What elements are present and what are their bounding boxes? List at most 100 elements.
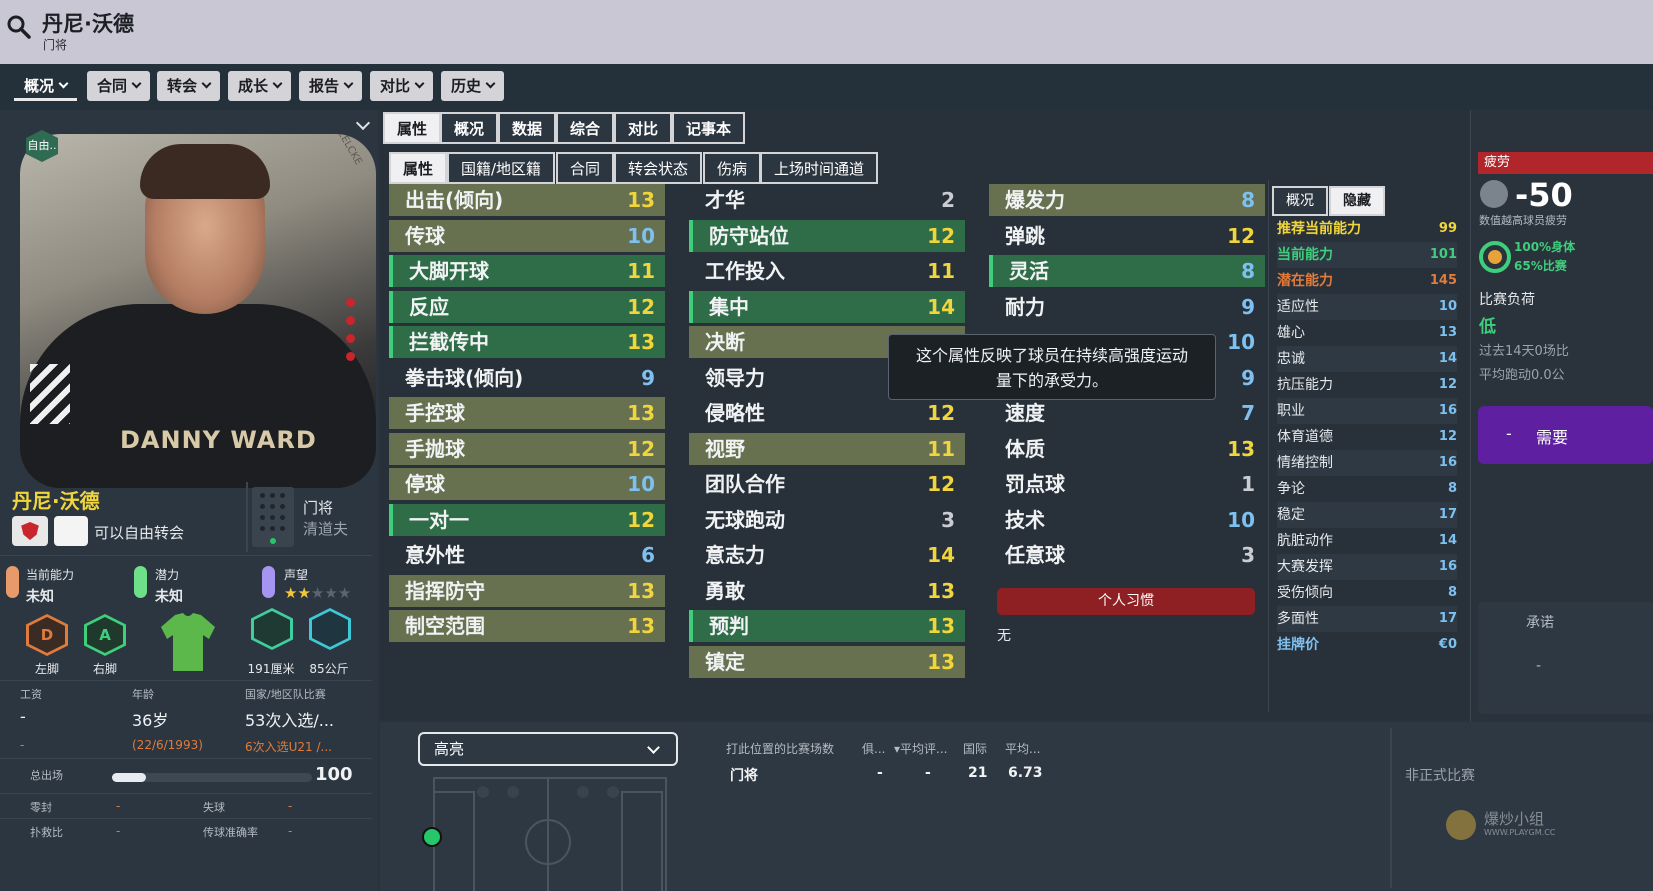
attribute-row[interactable]: 体质 13 <box>989 433 1265 465</box>
tab-hidden[interactable]: 隐藏 <box>1329 186 1385 216</box>
attribute-name: 反应 <box>409 294 449 319</box>
attribute-value: 9 <box>641 365 655 390</box>
col-header-avg[interactable]: 平均... <box>1005 740 1040 757</box>
attribute-row[interactable]: 手控球 13 <box>389 397 665 429</box>
attribute-row[interactable]: 一对一 12 <box>389 503 665 536</box>
pitch-dot <box>270 493 275 498</box>
nav-compare[interactable]: 对比 <box>370 71 434 101</box>
attribute-name: 一对一 <box>409 507 469 532</box>
attribute-row[interactable]: 才华 2 <box>689 184 965 216</box>
subtab-contract[interactable]: 合同 <box>556 152 615 184</box>
needs-button[interactable]: - 需要 <box>1478 406 1653 464</box>
attribute-row[interactable]: 耐力 9 <box>989 291 1265 323</box>
attribute-row[interactable]: 制空范围 13 <box>389 610 665 642</box>
attribute-row[interactable]: 侵略性 12 <box>689 397 965 429</box>
hidden-attribute-row: 受伤倾向 8 <box>1277 580 1457 606</box>
hidden-attribute-value: 10 <box>1438 299 1457 314</box>
intl-value[interactable]: 53次入选/... <box>245 707 334 731</box>
tab-attributes[interactable]: 属性 <box>383 112 442 144</box>
attribute-name: 体质 <box>1005 436 1045 461</box>
highlight-dropdown[interactable]: 高亮 <box>418 732 678 766</box>
col-header-rating[interactable]: ▾平均评... <box>894 740 947 757</box>
search-icon[interactable] <box>6 14 32 40</box>
nav-transfer[interactable]: 转会 <box>157 71 221 101</box>
nav-history[interactable]: 历史 <box>441 71 505 101</box>
attribute-row[interactable]: 无球跑动 3 <box>689 504 965 536</box>
needs-dash: - <box>1506 424 1512 443</box>
attribute-name: 指挥防守 <box>405 578 485 603</box>
attribute-row[interactable]: 意志力 14 <box>689 539 965 571</box>
age-label: 年龄 <box>132 688 154 701</box>
nav-reports[interactable]: 报告 <box>299 71 363 101</box>
attribute-row[interactable]: 意外性 6 <box>389 539 665 571</box>
attribute-value: 11 <box>927 436 955 461</box>
attribute-name: 爆发力 <box>1005 188 1065 212</box>
star-icon: ★ <box>310 584 325 602</box>
pass-accuracy-value: - <box>288 824 293 838</box>
subtab-playing-time[interactable]: 上场时间通道 <box>760 152 879 184</box>
hidden-attribute-name: 推荐当前能力 <box>1277 221 1361 237</box>
attribute-row[interactable]: 大脚开球 11 <box>389 255 665 287</box>
watermark-logo-icon <box>1446 810 1476 840</box>
tab-hidden-overview[interactable]: 概况 <box>1272 186 1328 216</box>
pitch-diagram <box>422 777 667 891</box>
attribute-row[interactable]: 拳击球(倾向) 9 <box>389 362 665 394</box>
attribute-row[interactable]: 出击(倾向) 13 <box>389 184 665 216</box>
nav-overview[interactable]: 概况 <box>14 71 78 101</box>
attribute-row[interactable]: 手抛球 12 <box>389 432 665 465</box>
intl-u21[interactable]: 6次入选U21 /... <box>245 738 332 755</box>
attribute-row[interactable]: 团队合作 12 <box>689 468 965 500</box>
attribute-row[interactable]: 工作投入 11 <box>689 255 965 287</box>
attribute-row[interactable]: 灵活 8 <box>989 255 1265 287</box>
attribute-value: 13 <box>1227 436 1255 461</box>
tab-overview[interactable]: 概况 <box>440 112 499 144</box>
subtab-nationality[interactable]: 国籍/地区籍 <box>447 152 556 184</box>
attribute-row[interactable]: 镇定 13 <box>689 645 965 678</box>
attribute-row[interactable]: 预判 13 <box>689 610 965 642</box>
player-traits-header[interactable]: 个人习惯 <box>997 588 1255 615</box>
attribute-value: 13 <box>627 578 655 603</box>
save-ratio-label: 扑救比 <box>30 826 63 839</box>
nav-label: 报告 <box>309 77 340 95</box>
subtab-attributes[interactable]: 属性 <box>389 152 448 184</box>
hidden-attribute-row: 当前能力 101 <box>1277 242 1457 268</box>
attribute-row[interactable]: 罚点球 1 <box>989 468 1265 500</box>
attribute-name: 拳击球(倾向) <box>405 365 524 390</box>
attribute-name: 才华 <box>705 188 745 212</box>
attribute-row[interactable]: 拦截传中 13 <box>389 326 665 358</box>
attribute-row[interactable]: 指挥防守 13 <box>389 574 665 607</box>
attribute-row[interactable]: 技术 10 <box>989 504 1265 536</box>
tab-general[interactable]: 综合 <box>556 112 615 144</box>
attribute-row[interactable]: 视野 11 <box>689 432 965 465</box>
subtab-transfer-status[interactable]: 转会状态 <box>614 152 703 184</box>
attribute-row[interactable]: 传球 10 <box>389 219 665 252</box>
star-icon: ★ <box>337 584 352 602</box>
nav-contract[interactable]: 合同 <box>87 71 151 101</box>
reputation-indicator <box>262 566 275 598</box>
attribute-row[interactable]: 停球 10 <box>389 468 665 500</box>
club-flag-icon[interactable] <box>54 516 88 546</box>
attribute-row[interactable]: 集中 14 <box>689 290 965 323</box>
attribute-row[interactable]: 反应 12 <box>389 290 665 323</box>
col-header-intl[interactable]: 国际 <box>963 740 987 757</box>
attribute-row[interactable]: 任意球 3 <box>989 539 1265 571</box>
attribute-name: 制空范围 <box>405 614 485 638</box>
attribute-row[interactable]: 勇敢 13 <box>689 575 965 607</box>
subtab-injuries[interactable]: 伤病 <box>703 152 762 184</box>
attribute-row[interactable]: 速度 7 <box>989 397 1265 429</box>
col-header-apps[interactable]: 打此位置的比赛场数 <box>726 740 834 757</box>
tab-compare[interactable]: 对比 <box>614 112 673 144</box>
attribute-name: 视野 <box>705 436 745 461</box>
attribute-row[interactable]: 防守站位 12 <box>689 219 965 252</box>
attribute-row[interactable]: 爆发力 8 <box>989 184 1265 216</box>
tab-stats[interactable]: 数据 <box>498 112 557 144</box>
attribute-value: 9 <box>1241 365 1255 390</box>
col-header-club[interactable]: 俱... <box>862 740 885 757</box>
nation-flag-icon[interactable] <box>12 516 48 546</box>
hidden-attribute-value: 8 <box>1447 481 1457 496</box>
attribute-row[interactable]: 弹跳 12 <box>989 220 1265 252</box>
tab-notes[interactable]: 记事本 <box>672 112 746 144</box>
nav-development[interactable]: 成长 <box>228 71 292 101</box>
conceded-label: 失球 <box>203 801 225 814</box>
hidden-attribute-value: 14 <box>1438 533 1457 548</box>
